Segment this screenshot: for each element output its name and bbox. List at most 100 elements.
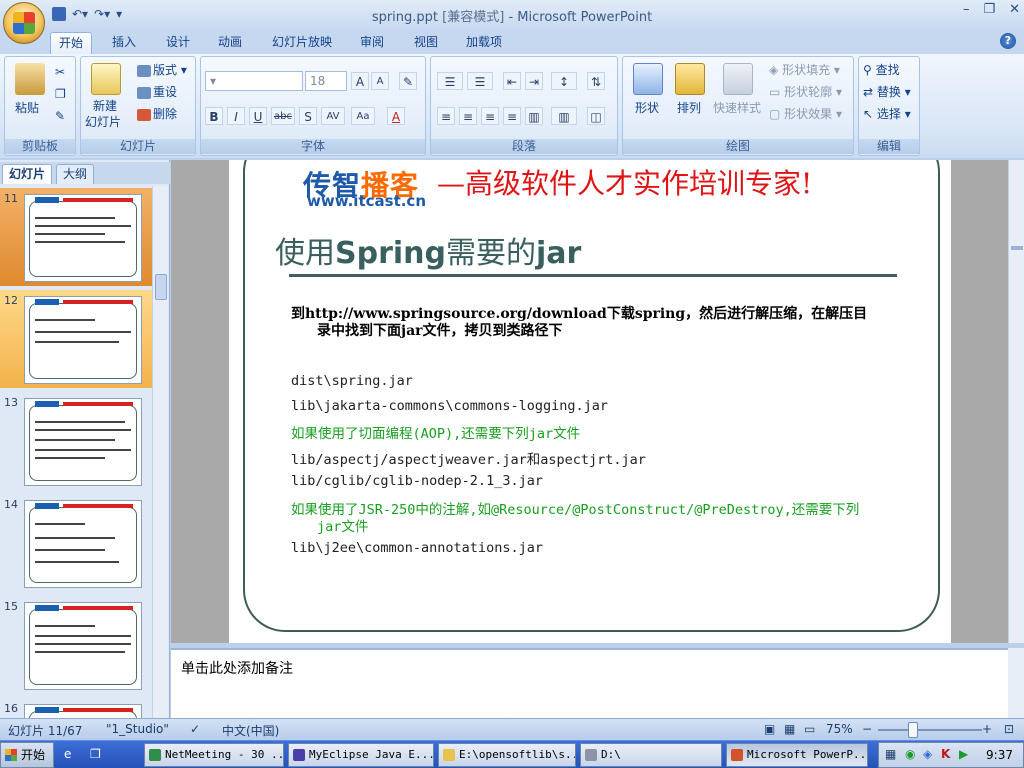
text-direction-icon[interactable]: ⇅: [587, 72, 605, 90]
line-spacing-icon[interactable]: ↕: [551, 72, 577, 90]
taskbar-item-netmeeting[interactable]: NetMeeting - 30 ...: [144, 743, 284, 767]
change-case-button[interactable]: Aa: [351, 107, 375, 125]
cut-icon[interactable]: ✂: [55, 63, 65, 81]
align-left-icon[interactable]: ≡: [437, 107, 455, 125]
arrange-icon[interactable]: [675, 63, 705, 95]
ie-icon[interactable]: e: [64, 747, 71, 761]
zoom-level[interactable]: 75%: [826, 722, 853, 736]
bold-button[interactable]: B: [205, 107, 223, 125]
tray-icon[interactable]: K: [941, 747, 950, 761]
tab-slideshow[interactable]: 幻灯片放映: [264, 32, 340, 54]
grow-font-button[interactable]: A: [351, 72, 369, 90]
shrink-font-button[interactable]: A: [371, 72, 389, 90]
columns-icon[interactable]: ▥: [551, 107, 577, 125]
explorer-icon[interactable]: ❐: [90, 747, 101, 761]
shapes-button[interactable]: 形状: [635, 99, 659, 117]
select-button[interactable]: ↖ 选择 ▾: [863, 105, 911, 123]
bullets-icon[interactable]: ☰: [437, 72, 463, 90]
pane-scroll-thumb[interactable]: [155, 274, 167, 300]
slideshow-view-icon[interactable]: ▭: [804, 722, 815, 736]
normal-view-icon[interactable]: ▣: [764, 722, 775, 736]
tab-slides[interactable]: 幻灯片: [2, 164, 53, 184]
tab-home[interactable]: 开始: [50, 32, 93, 54]
spellcheck-icon[interactable]: ✓: [190, 722, 200, 736]
close-button[interactable]: ✕: [1009, 2, 1020, 17]
slide-title[interactable]: 使用Spring需要的jar: [275, 228, 581, 272]
zoom-slider-track[interactable]: [878, 729, 982, 731]
paste-icon[interactable]: [15, 63, 45, 95]
slide-thumbnail[interactable]: 12: [0, 290, 152, 388]
taskbar-item-myeclipse[interactable]: MyEclipse Java E...: [288, 743, 434, 767]
notes-pane[interactable]: 单击此处添加备注: [171, 648, 1008, 718]
char-spacing-button[interactable]: AV: [321, 107, 345, 125]
slide-scroll-thumb[interactable]: [1011, 246, 1023, 250]
shadow-button[interactable]: S: [299, 107, 317, 125]
layout-button[interactable]: 版式 ▾: [137, 61, 187, 79]
sorter-view-icon[interactable]: ▦: [784, 722, 795, 736]
format-painter-icon[interactable]: ✎: [55, 107, 65, 125]
tray-icon[interactable]: ▦: [885, 747, 896, 761]
shape-effects-button[interactable]: ▢ 形状效果 ▾: [769, 105, 842, 123]
smartart-icon[interactable]: ◫: [587, 107, 605, 125]
tab-insert[interactable]: 插入: [104, 32, 144, 54]
taskbar-item-powerpoint[interactable]: Microsoft PowerP...: [726, 743, 868, 767]
underline-button[interactable]: U: [249, 107, 267, 125]
office-button[interactable]: [3, 2, 45, 44]
strikethrough-button[interactable]: abc: [271, 107, 295, 125]
zoom-in-button[interactable]: +: [982, 722, 992, 736]
slide[interactable]: 传智播客 www.itcast.cn —高级软件人才实作培训专家! 使用Spri…: [229, 160, 951, 643]
slide-thumbnail[interactable]: 13: [0, 392, 152, 490]
align-right-icon[interactable]: ≡: [481, 107, 499, 125]
minimize-button[interactable]: –: [963, 2, 970, 17]
zoom-out-button[interactable]: −: [862, 722, 872, 736]
arrange-button[interactable]: 排列: [677, 99, 701, 117]
tab-design[interactable]: 设计: [158, 32, 198, 54]
font-color-button[interactable]: A: [387, 107, 405, 125]
slide-scrollbar[interactable]: [1008, 160, 1024, 643]
pane-scrollbar[interactable]: [152, 186, 168, 718]
increase-indent-icon[interactable]: ⇥: [525, 72, 543, 90]
slide-thumbnail[interactable]: 14: [0, 494, 152, 592]
tab-review[interactable]: 审阅: [352, 32, 392, 54]
slide-thumbnail[interactable]: 11: [0, 188, 152, 286]
quick-styles-button[interactable]: 快速样式: [713, 99, 761, 117]
shape-fill-button[interactable]: ◈ 形状填充 ▾: [769, 61, 840, 79]
tab-view[interactable]: 视图: [406, 32, 446, 54]
shape-outline-button[interactable]: ▭ 形状轮廓 ▾: [769, 83, 842, 101]
taskbar-item-folder[interactable]: E:\opensoftlib\s...: [438, 743, 576, 767]
paste-button[interactable]: 粘贴: [15, 99, 39, 117]
quick-styles-icon[interactable]: [723, 63, 753, 95]
font-name-combo[interactable]: ▾: [205, 71, 303, 91]
slide-thumbnail[interactable]: 15: [0, 596, 152, 694]
fit-slide-icon[interactable]: ⊡: [1004, 722, 1014, 736]
slide-body[interactable]: 到http://www.springsource.org/download下载s…: [291, 306, 901, 340]
reset-button[interactable]: 重设: [137, 83, 177, 101]
copy-icon[interactable]: ❐: [55, 85, 66, 103]
clear-format-icon[interactable]: ✎: [399, 72, 417, 90]
shapes-icon[interactable]: [633, 63, 663, 95]
new-slide-icon[interactable]: [91, 63, 121, 95]
tray-icon[interactable]: ◈: [923, 747, 932, 761]
decrease-indent-icon[interactable]: ⇤: [503, 72, 521, 90]
zoom-slider-thumb[interactable]: [908, 722, 918, 738]
tray-icon[interactable]: ▶: [959, 747, 968, 761]
justify-icon[interactable]: ≡: [503, 107, 521, 125]
slide-thumbnail[interactable]: 16: [0, 698, 152, 718]
italic-button[interactable]: I: [227, 107, 245, 125]
align-center-icon[interactable]: ≡: [459, 107, 477, 125]
notes-scrollbar[interactable]: [1008, 648, 1024, 718]
replace-button[interactable]: ⇄ 替换 ▾: [863, 83, 911, 101]
new-slide-label-2[interactable]: 幻灯片: [85, 113, 121, 131]
tab-addins[interactable]: 加载项: [458, 32, 510, 54]
tab-outline[interactable]: 大纲: [56, 164, 95, 184]
tab-animation[interactable]: 动画: [210, 32, 250, 54]
start-button[interactable]: 开始: [0, 742, 54, 768]
find-button[interactable]: ⚲ 查找: [863, 61, 900, 79]
taskbar-item-drive[interactable]: D:\: [580, 743, 722, 767]
delete-button[interactable]: 删除: [137, 105, 177, 123]
font-size-combo[interactable]: 18: [305, 71, 347, 91]
restore-button[interactable]: ❐: [983, 2, 995, 17]
distribute-icon[interactable]: ▥: [525, 107, 543, 125]
tray-icon[interactable]: ◉: [905, 747, 915, 761]
help-icon[interactable]: ?: [1000, 33, 1016, 49]
